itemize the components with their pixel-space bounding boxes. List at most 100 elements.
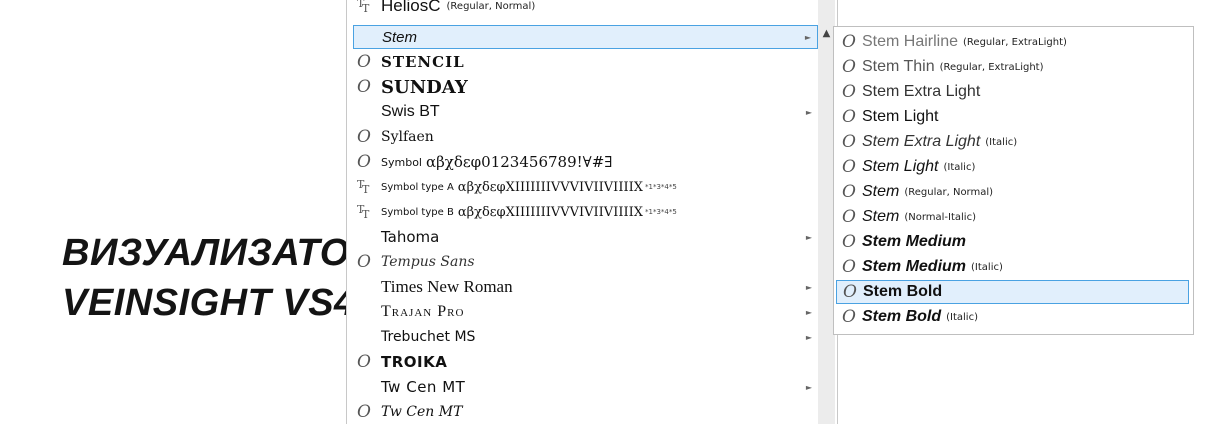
font-item-sunday[interactable]: O SUNDAY bbox=[353, 75, 818, 99]
font-name: Symbol type B bbox=[381, 206, 454, 218]
font-name: TROIKA bbox=[381, 353, 448, 371]
font-item-tempus-sans[interactable]: O Tempus Sans bbox=[353, 250, 818, 274]
font-item-trebuchet-ms[interactable]: Trebuchet MS ► bbox=[353, 325, 818, 349]
background-headline: ВИЗУАЛИЗАТО VEINSIGHT VS4 bbox=[62, 228, 356, 328]
font-item-stem[interactable]: Stem ► bbox=[353, 25, 818, 49]
font-name: Stem bbox=[862, 208, 900, 225]
font-name: Tw Cen MT bbox=[381, 378, 466, 396]
opentype-icon: O bbox=[357, 251, 371, 272]
font-name: Stem Light bbox=[862, 158, 939, 175]
font-name: Stem bbox=[382, 28, 418, 46]
font-item-tahoma[interactable]: Tahoma ► bbox=[353, 225, 818, 249]
font-sample-superscript: *1*3*4*5 bbox=[644, 183, 677, 191]
opentype-icon: O bbox=[842, 131, 856, 152]
font-name: Tw Cen MT bbox=[381, 404, 463, 420]
opentype-icon: O bbox=[842, 106, 856, 127]
font-sample-superscript: *1*3*4*5 bbox=[645, 208, 677, 216]
font-item-tw-cen-mt-2[interactable]: O Tw Cen MT bbox=[353, 400, 818, 424]
submenu-item-stem-extra-light-italic[interactable]: O Stem Extra Light (Italic) bbox=[836, 130, 1189, 154]
truetype-icon: TT bbox=[357, 203, 370, 221]
opentype-icon: O bbox=[842, 56, 856, 77]
opentype-icon: O bbox=[842, 31, 856, 52]
submenu-item-stem-hairline[interactable]: O Stem Hairline (Regular, ExtraLight) bbox=[836, 30, 1189, 54]
submenu-item-stem-medium[interactable]: O Stem Medium bbox=[836, 230, 1189, 254]
font-list-dropdown[interactable]: TT HeliosC (Regular, Normal) Stem ► O ST… bbox=[346, 0, 838, 424]
font-item-symbol-type-a[interactable]: TT Symbol type A αβχδεφXIIIIIIIVVVIVIIVI… bbox=[353, 175, 818, 199]
font-item-symbol[interactable]: O Symbol αβχδεφ0123456789!∀#∃ bbox=[353, 150, 818, 174]
submenu-item-stem-light-italic[interactable]: O Stem Light (Italic) bbox=[836, 155, 1189, 179]
font-item-trajan-pro[interactable]: Trajan Pro ► bbox=[353, 300, 818, 324]
font-sample: αβχδεφXIIIIIIIVVVIVIIVIIIIX bbox=[457, 204, 643, 220]
font-name: Swis BT bbox=[381, 103, 440, 120]
submenu-item-stem-bold-italic[interactable]: O Stem Bold (Italic) bbox=[836, 305, 1189, 329]
opentype-icon: O bbox=[842, 156, 856, 177]
font-name: Stem Hairline bbox=[862, 33, 959, 50]
font-name: Symbol type A bbox=[381, 181, 454, 193]
font-name: Stem Thin bbox=[862, 58, 935, 75]
submenu-item-stem-thin[interactable]: O Stem Thin (Regular, ExtraLight) bbox=[836, 55, 1189, 79]
submenu-item-stem-medium-italic[interactable]: O Stem Medium (Italic) bbox=[836, 255, 1189, 279]
truetype-icon: TT bbox=[357, 178, 370, 196]
font-name: Stem Medium bbox=[862, 258, 967, 275]
font-item-stencil[interactable]: O STENCIL bbox=[353, 50, 818, 74]
submenu-arrow-icon: ► bbox=[805, 282, 812, 292]
font-item-tw-cen-mt[interactable]: Tw Cen MT ► bbox=[353, 375, 818, 399]
headline-line-2: VEINSIGHT VS4 bbox=[62, 282, 356, 324]
font-style-desc: (Italic) bbox=[985, 136, 1018, 148]
font-name: Sylfaen bbox=[381, 129, 434, 145]
submenu-item-stem-regular[interactable]: O Stem (Regular, Normal) bbox=[836, 180, 1189, 204]
font-style-desc: (Regular, Normal) bbox=[904, 186, 994, 198]
submenu-item-stem-extra-light[interactable]: O Stem Extra Light bbox=[836, 80, 1189, 104]
submenu-item-stem-bold[interactable]: O Stem Bold bbox=[836, 280, 1189, 304]
font-style-desc: (Regular, ExtraLight) bbox=[963, 36, 1067, 48]
font-name: SUNDAY bbox=[381, 76, 468, 98]
font-name: Times New Roman bbox=[381, 277, 513, 296]
font-item-symbol-type-b[interactable]: TT Symbol type B αβχδεφXIIIIIIIVVVIVIIVI… bbox=[353, 200, 818, 224]
font-name: STENCIL bbox=[381, 53, 465, 71]
opentype-icon: O bbox=[842, 231, 856, 252]
font-name: Stem Extra Light bbox=[862, 133, 981, 150]
submenu-arrow-icon: ► bbox=[805, 332, 812, 342]
opentype-icon: O bbox=[842, 256, 856, 277]
font-name: Trebuchet MS bbox=[381, 329, 476, 345]
opentype-icon: O bbox=[357, 51, 371, 72]
font-name: HeliosC bbox=[381, 0, 441, 15]
opentype-icon: O bbox=[842, 306, 856, 327]
font-style-desc: (Italic) bbox=[946, 311, 978, 323]
font-name: Trajan Pro bbox=[381, 303, 465, 320]
submenu-item-stem-light[interactable]: O Stem Light bbox=[836, 105, 1189, 129]
font-name: Stem Bold bbox=[862, 308, 942, 325]
font-name: Stem Bold bbox=[863, 283, 943, 300]
font-name: Stem Extra Light bbox=[862, 83, 981, 100]
font-name: Tahoma bbox=[381, 228, 440, 246]
font-item-troika[interactable]: O TROIKA bbox=[353, 350, 818, 374]
submenu-arrow-icon: ► bbox=[805, 107, 812, 117]
font-style-desc: (Regular, Normal) bbox=[446, 0, 536, 12]
font-style-desc: (Normal-Italic) bbox=[904, 211, 976, 223]
font-style-desc: (Italic) bbox=[943, 161, 976, 173]
opentype-icon: O bbox=[357, 151, 371, 172]
font-sample: αβχδεφ0123456789!∀#∃ bbox=[425, 153, 613, 171]
opentype-icon: O bbox=[357, 76, 371, 97]
font-item-sylfaen[interactable]: O Sylfaen bbox=[353, 125, 818, 149]
font-name: Stem bbox=[862, 183, 900, 200]
font-style-desc: (Regular, ExtraLight) bbox=[939, 61, 1044, 73]
submenu-arrow-icon: ► bbox=[805, 232, 812, 242]
submenu-arrow-icon: ► bbox=[804, 32, 811, 42]
opentype-icon: O bbox=[357, 351, 371, 372]
opentype-icon: O bbox=[357, 401, 371, 422]
submenu-arrow-icon: ► bbox=[805, 307, 812, 317]
font-item-times-new-roman[interactable]: Times New Roman ► bbox=[353, 275, 818, 299]
submenu-item-stem-normal-italic[interactable]: O Stem (Normal-Italic) bbox=[836, 205, 1189, 229]
font-item-heliosc[interactable]: TT HeliosC (Regular, Normal) bbox=[353, 0, 818, 18]
font-name: Symbol bbox=[381, 155, 422, 169]
font-sample: αβχδεφXIIIIIIIVVVIVIIVIIIIX bbox=[457, 179, 643, 195]
opentype-icon: O bbox=[842, 81, 856, 102]
font-name: Stem Medium bbox=[862, 233, 967, 250]
font-name: Tempus Sans bbox=[381, 254, 475, 270]
stem-submenu[interactable]: O Stem Hairline (Regular, ExtraLight) O … bbox=[833, 26, 1194, 335]
font-style-desc: (Italic) bbox=[971, 261, 1003, 273]
submenu-arrow-icon: ► bbox=[805, 382, 812, 392]
font-item-swis-bt[interactable]: Swis BT ► bbox=[353, 100, 818, 124]
opentype-icon: O bbox=[842, 206, 856, 227]
